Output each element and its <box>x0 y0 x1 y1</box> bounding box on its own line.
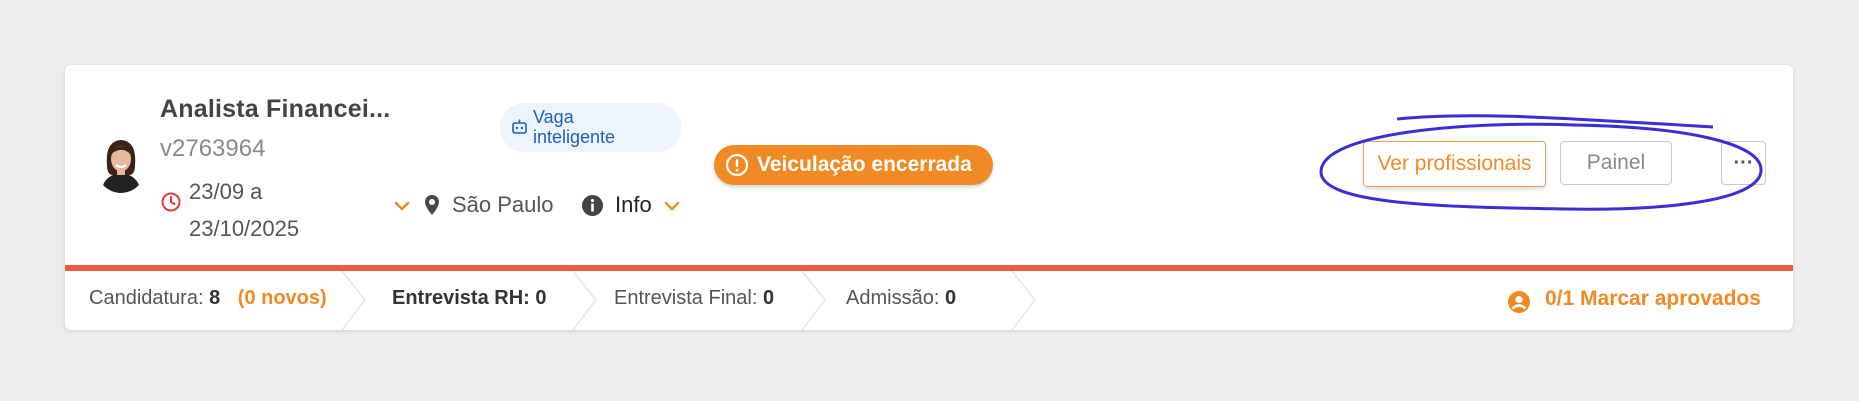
smart-job-badge: Vaga inteligente <box>500 103 681 152</box>
chevron-down-icon[interactable] <box>393 200 411 212</box>
smart-badge-line2: inteligente <box>533 127 616 147</box>
stage-candidatura[interactable]: Candidatura: 8 (0 novos) <box>89 287 327 310</box>
smart-badge-text: Vaga inteligente <box>533 107 615 147</box>
status-text: Veiculação encerrada <box>757 153 972 176</box>
stage-count: 0 <box>535 287 547 309</box>
location-pin-icon <box>425 195 439 215</box>
info-toggle[interactable]: Info <box>615 192 652 218</box>
stage-label: Candidatura: <box>89 287 204 309</box>
job-title[interactable]: Analista Financei... <box>160 95 390 124</box>
stage-count: 0 <box>762 287 775 309</box>
stage-label: Entrevista RH: <box>392 287 530 309</box>
job-card: Analista Financei... v2763964 23/09 a 23… <box>65 65 1793 330</box>
user-circle-icon <box>1508 291 1530 313</box>
alert-circle-icon <box>725 153 749 177</box>
stage-label: Entrevista Final: <box>614 287 758 309</box>
dates-start: 23/09 a <box>189 179 263 204</box>
stage-count: 0 <box>944 287 957 309</box>
status-badge: Veiculação encerrada <box>714 145 993 185</box>
mark-approved-link[interactable]: 0/1 Marcar aprovados <box>1545 287 1761 311</box>
info-icon[interactable] <box>581 194 604 217</box>
clock-icon <box>161 192 181 212</box>
avatar <box>95 135 147 193</box>
more-options-button[interactable]: ··· <box>1721 141 1766 185</box>
job-code: v2763964 <box>160 135 266 162</box>
stage-new-count: (0 novos) <box>237 287 327 309</box>
stage-admissao[interactable]: Admissão: 0 <box>846 287 956 310</box>
smart-badge-line1: Vaga <box>533 107 574 127</box>
job-city: São Paulo <box>452 192 554 217</box>
panel-button[interactable]: Painel <box>1560 141 1672 185</box>
stage-label: Admissão: <box>846 287 940 309</box>
info-chevron-down-icon[interactable] <box>663 200 681 212</box>
robot-icon <box>512 119 527 134</box>
stage-entrevista-final[interactable]: Entrevista Final: 0 <box>614 287 774 310</box>
pipeline-bar: Candidatura: 8 (0 novos) Entrevista RH: … <box>65 271 1793 330</box>
view-professionals-button[interactable]: Ver profissionais <box>1363 141 1546 187</box>
stage-entrevista-rh[interactable]: Entrevista RH: 0 <box>392 287 547 310</box>
job-dates: 23/09 a 23/10/2025 <box>189 173 299 247</box>
dates-end: 23/10/2025 <box>189 216 300 241</box>
stage-count: 8 <box>209 287 221 309</box>
